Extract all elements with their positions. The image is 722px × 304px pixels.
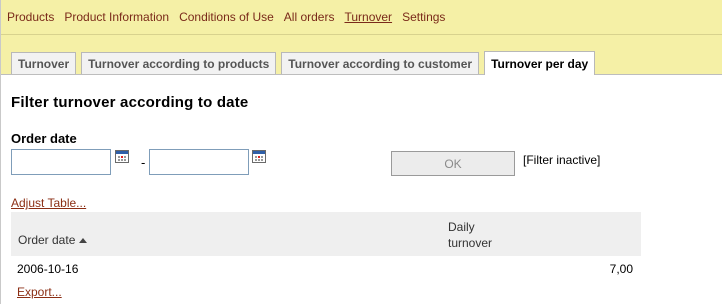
order-date-label: Order date bbox=[11, 131, 77, 146]
sort-ascending-icon bbox=[79, 238, 88, 243]
column-header-order-date[interactable]: Order date bbox=[18, 233, 88, 247]
nav-item-all-orders[interactable]: All orders bbox=[284, 10, 335, 24]
table-header: Order date Daily turnover bbox=[11, 212, 641, 256]
tab-turnover[interactable]: Turnover bbox=[11, 52, 77, 74]
nav-item-product-information[interactable]: Product Information bbox=[64, 10, 169, 24]
date-from-input[interactable] bbox=[11, 149, 111, 175]
nav-item-products[interactable]: Products bbox=[7, 10, 54, 24]
date-range-separator: - bbox=[141, 155, 146, 170]
adjust-table-link[interactable]: Adjust Table... bbox=[11, 196, 86, 210]
column-header-label: Order date bbox=[18, 233, 76, 247]
top-navigation: Products Product Information Conditions … bbox=[1, 0, 722, 35]
column-header-daily-turnover[interactable]: Daily bbox=[448, 220, 475, 234]
nav-item-turnover[interactable]: Turnover bbox=[344, 10, 392, 24]
calendar-icon[interactable] bbox=[252, 150, 266, 163]
page-title: Filter turnover according to date bbox=[11, 94, 249, 111]
tab-turnover-by-products[interactable]: Turnover according to products bbox=[81, 52, 277, 74]
column-header-daily-turnover-line2: turnover bbox=[448, 236, 493, 250]
tab-turnover-by-customer[interactable]: Turnover according to customer bbox=[281, 52, 480, 74]
tab-turnover-per-day[interactable]: Turnover per day bbox=[484, 51, 596, 75]
cell-order-date: 2006-10-16 bbox=[17, 262, 79, 276]
date-to-input[interactable] bbox=[149, 149, 249, 175]
calendar-icon[interactable] bbox=[115, 150, 129, 163]
nav-item-conditions-of-use[interactable]: Conditions of Use bbox=[179, 10, 274, 24]
tab-list: Turnover Turnover according to products … bbox=[11, 51, 600, 75]
cell-daily-turnover: 7,00 bbox=[609, 262, 633, 276]
export-link[interactable]: Export... bbox=[17, 285, 62, 299]
tab-strip: Turnover Turnover according to products … bbox=[1, 35, 722, 75]
filter-status: [Filter inactive] bbox=[523, 153, 601, 167]
nav-item-settings[interactable]: Settings bbox=[402, 10, 445, 24]
ok-button[interactable]: OK bbox=[391, 151, 515, 176]
